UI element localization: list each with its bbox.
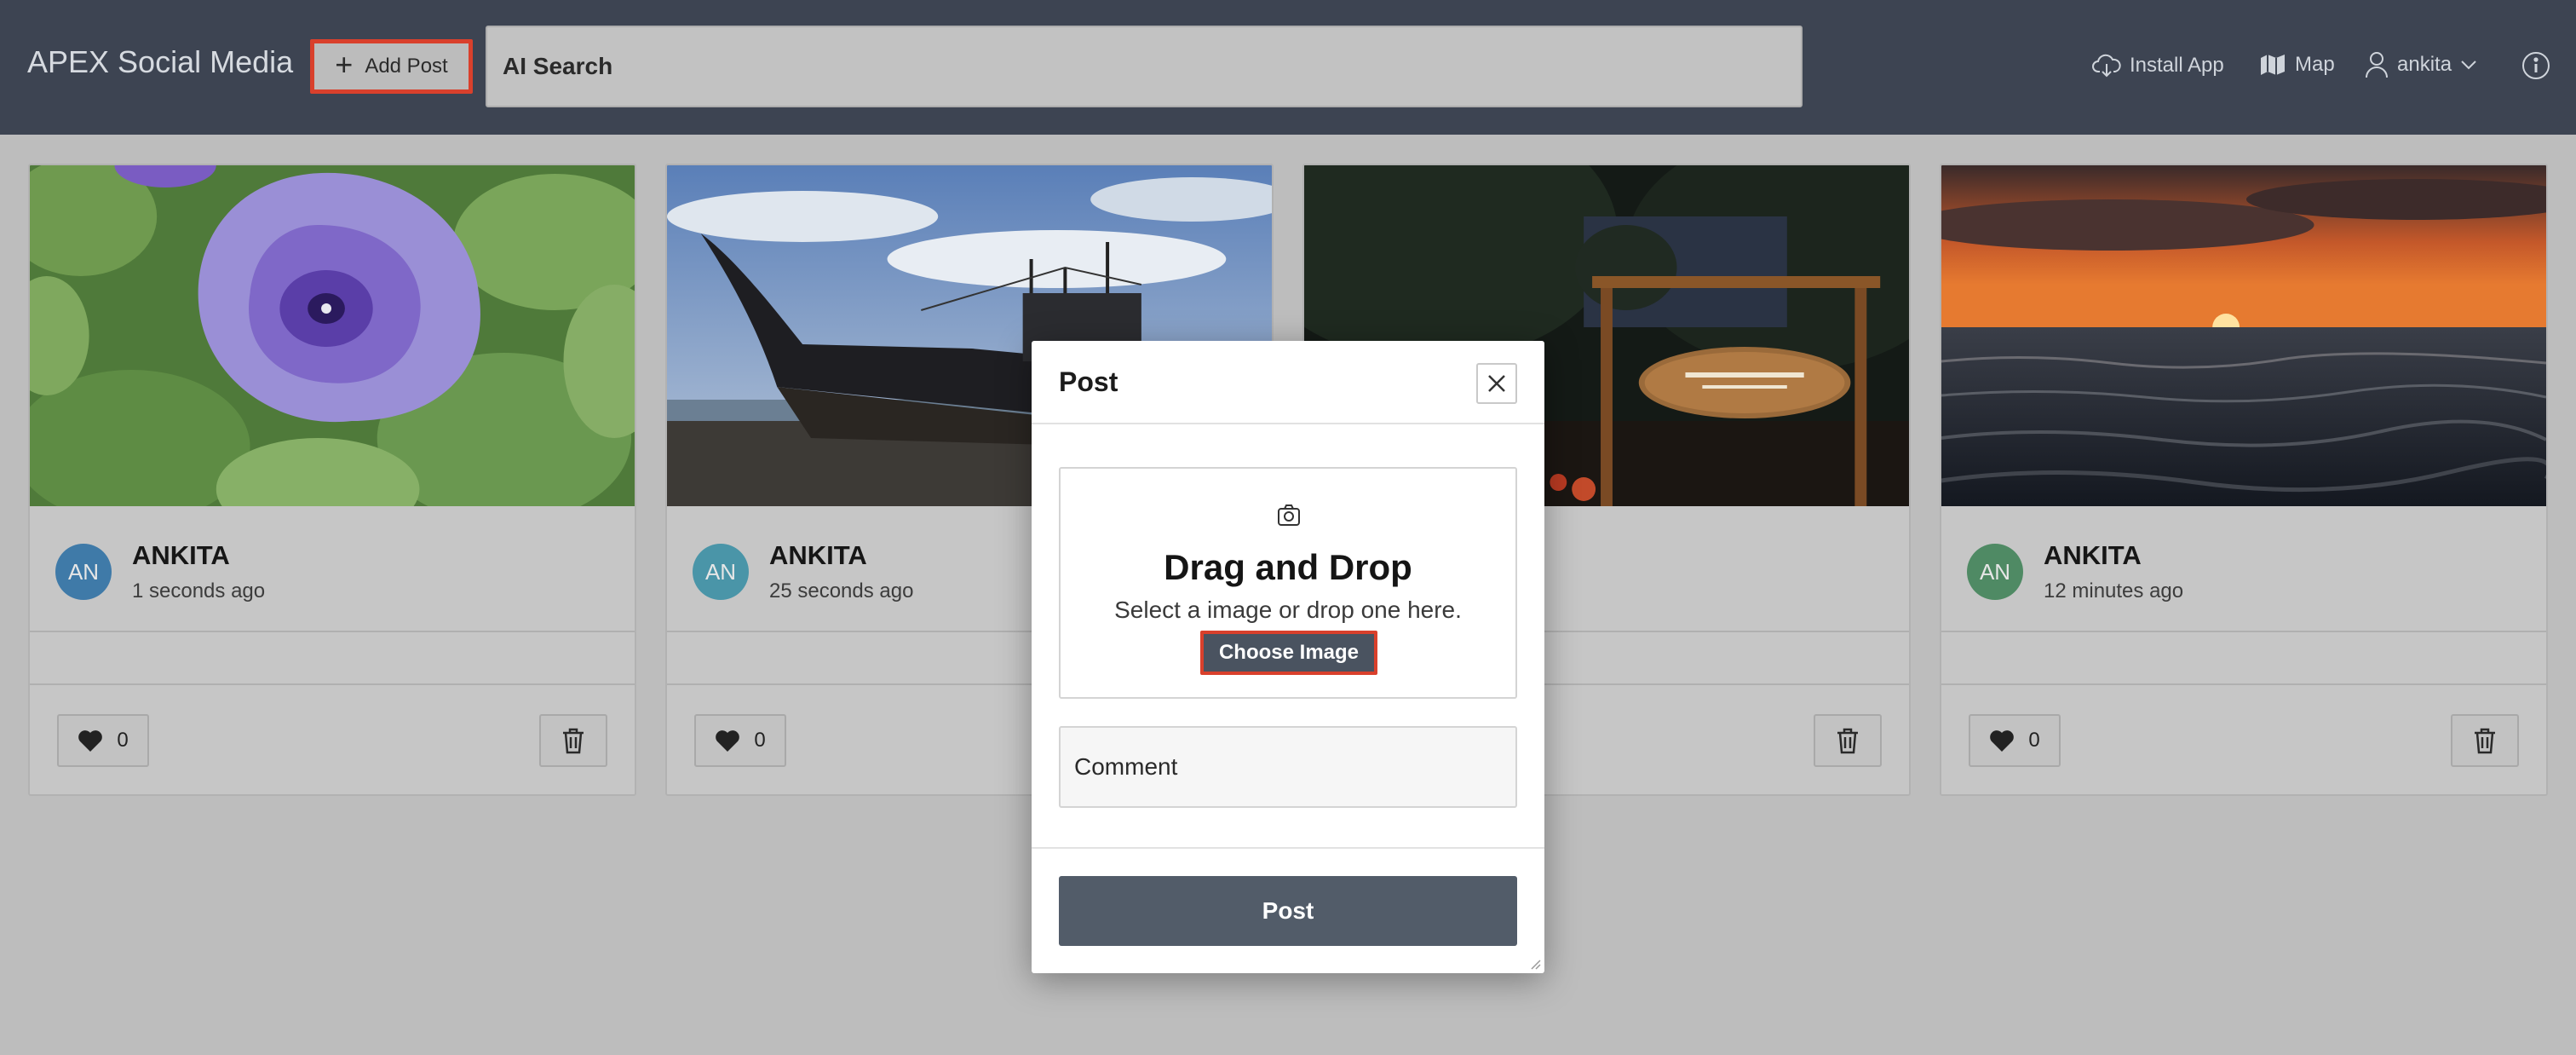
like-button[interactable]: 0 — [694, 714, 786, 767]
ai-search-bar[interactable] — [486, 26, 1803, 107]
resize-handle-icon[interactable] — [1527, 956, 1541, 970]
map-icon — [2261, 55, 2285, 75]
chevron-down-icon — [2461, 61, 2476, 70]
help-info-button[interactable] — [2521, 51, 2550, 80]
like-button[interactable]: 0 — [57, 714, 149, 767]
info-icon — [2522, 52, 2550, 79]
map-link[interactable]: Map — [2259, 53, 2335, 77]
top-navbar: APEX Social Media + Add Post Install App… — [0, 0, 2576, 135]
post-timestamp: 1 seconds ago — [132, 579, 266, 602]
trash-icon — [1837, 728, 1858, 754]
add-post-button[interactable]: + Add Post — [310, 39, 473, 94]
trash-icon — [563, 728, 584, 754]
post-author: AN ANKITA 1 seconds ago — [55, 540, 265, 603]
author-name: ANKITA — [132, 540, 230, 570]
divider — [1941, 683, 2546, 685]
comment-field-wrapper — [1059, 726, 1517, 808]
avatar: AN — [1967, 544, 2023, 600]
add-post-label: Add Post — [365, 55, 448, 78]
dialog-divider — [1032, 847, 1544, 849]
install-app-label: Install App — [2130, 54, 2224, 77]
trash-icon — [2475, 728, 2495, 754]
post-image-flower — [30, 165, 635, 506]
post-card: AN ANKITA 12 minutes ago 0 — [1940, 164, 2548, 796]
like-button[interactable]: 0 — [1969, 714, 2061, 767]
author-name: ANKITA — [2044, 540, 2142, 570]
post-card: AN ANKITA 1 seconds ago 0 — [28, 164, 636, 796]
comment-input[interactable] — [1061, 728, 1515, 806]
heart-icon — [78, 730, 103, 752]
heart-icon — [1990, 730, 2015, 752]
divider — [30, 683, 635, 685]
close-button[interactable] — [1476, 363, 1517, 404]
map-label: Map — [2295, 53, 2335, 76]
user-name: ankita — [2397, 53, 2452, 76]
choose-image-button[interactable]: Choose Image — [1200, 631, 1377, 675]
post-image-sunset — [1941, 165, 2546, 506]
image-dropzone[interactable]: Drag and Drop Select a image or drop one… — [1059, 467, 1517, 699]
close-icon — [1488, 375, 1505, 392]
avatar: AN — [55, 544, 112, 600]
user-icon — [2366, 52, 2388, 78]
divider — [30, 631, 635, 632]
install-app-link[interactable]: Install App — [2092, 53, 2224, 78]
delete-button[interactable] — [539, 714, 607, 767]
dialog-divider — [1032, 423, 1544, 424]
post-dialog: Post Drag and Drop Select a image or dro… — [1032, 341, 1544, 973]
plus-icon: + — [335, 47, 354, 82]
post-author: AN ANKITA 12 minutes ago — [1967, 540, 2183, 603]
heart-icon — [716, 730, 740, 752]
post-author: AN ANKITA 25 seconds ago — [693, 540, 913, 603]
dropzone-title: Drag and Drop — [1164, 547, 1412, 587]
like-count: 0 — [754, 729, 766, 752]
app-title[interactable]: APEX Social Media — [27, 44, 293, 80]
delete-button[interactable] — [1814, 714, 1882, 767]
search-input[interactable] — [503, 27, 1801, 106]
post-timestamp: 25 seconds ago — [769, 579, 914, 602]
user-menu[interactable]: ankita — [2365, 51, 2477, 78]
post-timestamp: 12 minutes ago — [2044, 579, 2184, 602]
camera-icon — [1278, 504, 1300, 526]
author-name: ANKITA — [769, 540, 867, 570]
like-count: 0 — [2028, 729, 2040, 752]
like-count: 0 — [117, 729, 129, 752]
delete-button[interactable] — [2451, 714, 2519, 767]
post-button[interactable]: Post — [1059, 876, 1517, 946]
avatar: AN — [693, 544, 749, 600]
dialog-title: Post — [1059, 366, 1118, 397]
cloud-download-icon — [2092, 54, 2121, 78]
divider — [1941, 631, 2546, 632]
dropzone-subtitle: Select a image or drop one here. — [1114, 597, 1462, 623]
